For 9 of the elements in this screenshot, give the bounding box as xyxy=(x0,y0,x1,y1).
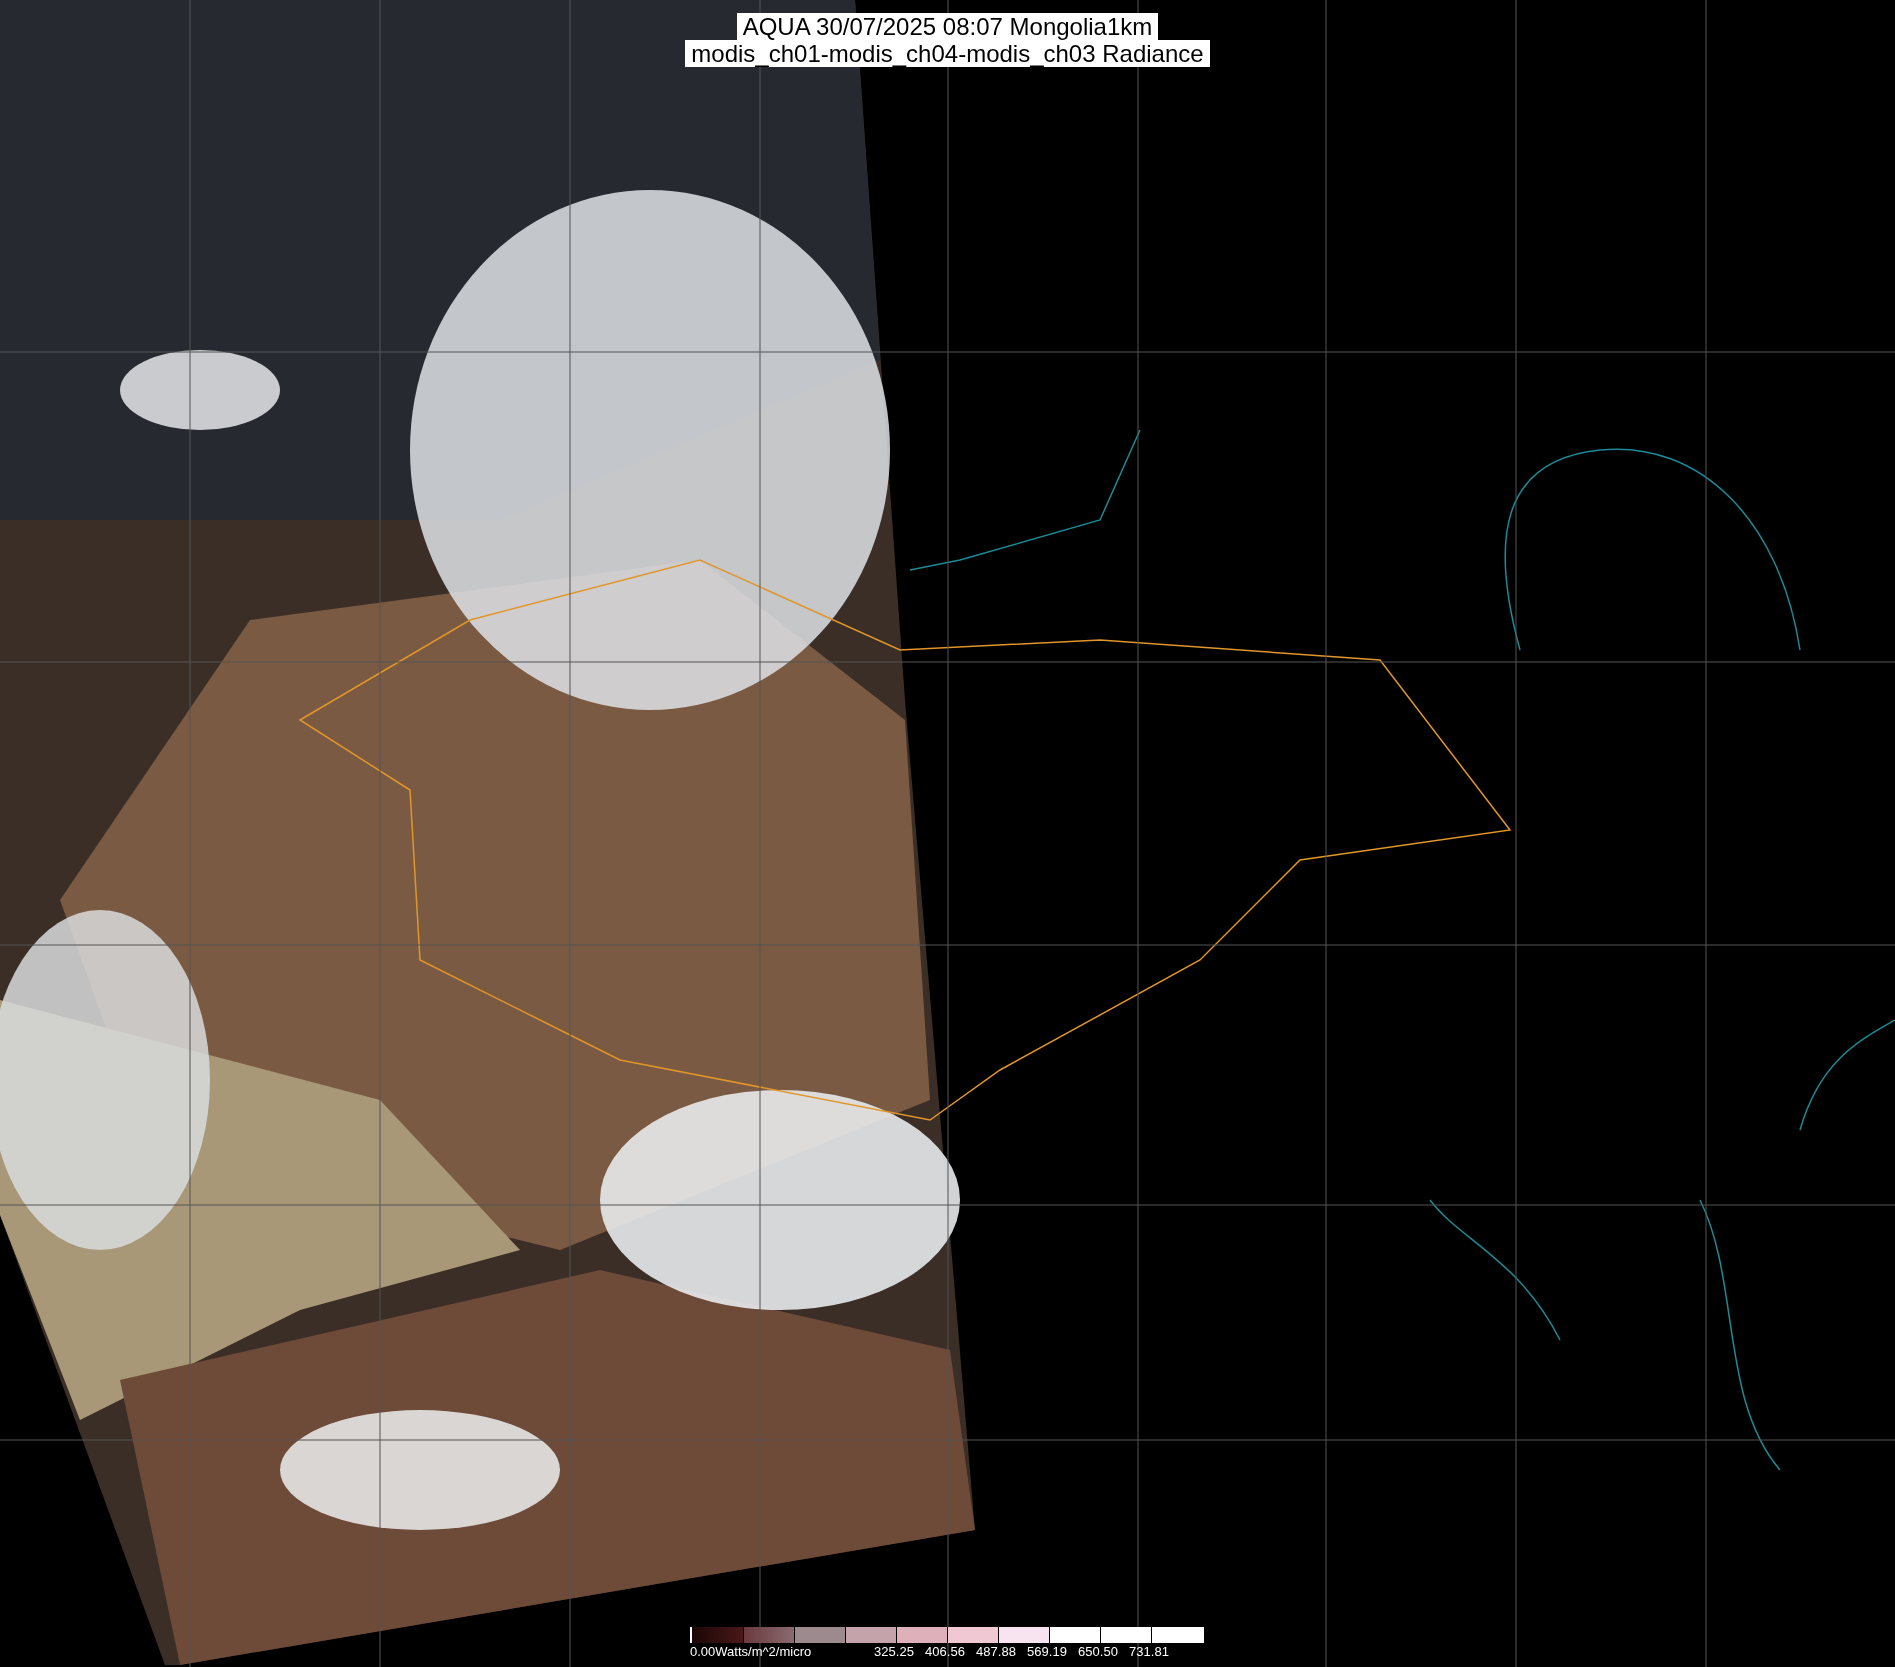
image-title: AQUA 30/07/2025 08:07 Mongolia1km xyxy=(736,13,1159,40)
image-subtitle: modis_ch01-modis_ch04-modis_ch03 Radiance xyxy=(685,40,1210,67)
colorbar-unit-label: 0.00Watts/m^2/micro xyxy=(690,1644,812,1660)
colorbar-tick-label: 325.25 xyxy=(874,1644,914,1660)
colorbar-tick-label: 406.56 xyxy=(925,1644,965,1660)
colorbar-tick-label: 569.19 xyxy=(1027,1644,1067,1660)
colorbar-tick-label: 650.50 xyxy=(1078,1644,1118,1660)
colorbar-tick-label: 487.88 xyxy=(976,1644,1016,1660)
colorbar-tick-label: 731.81 xyxy=(1129,1644,1169,1660)
